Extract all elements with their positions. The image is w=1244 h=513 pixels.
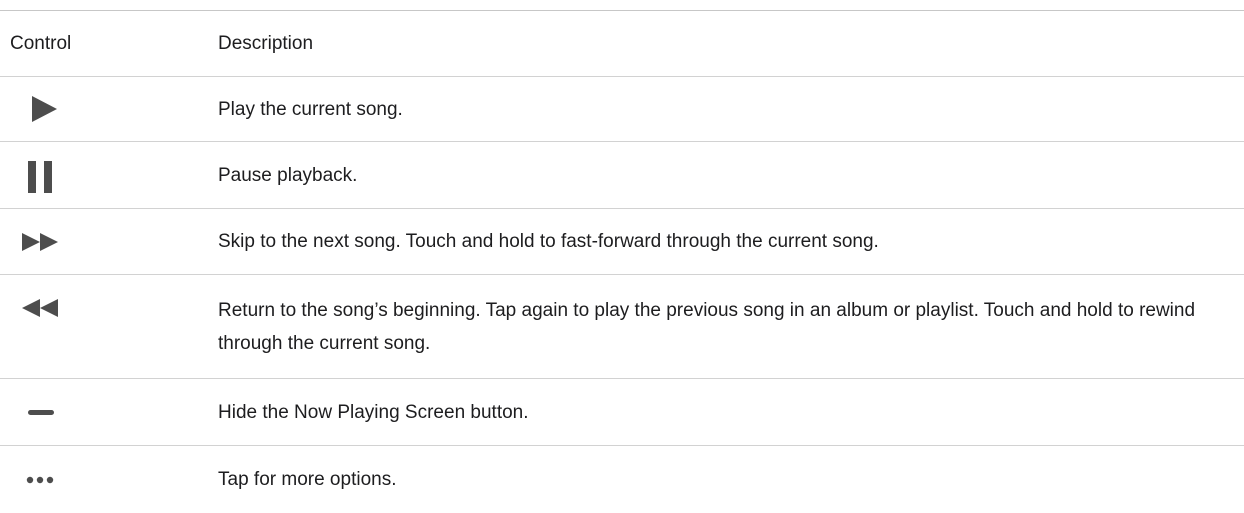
rewind-icon bbox=[10, 293, 60, 323]
table-header-row: Control Description bbox=[0, 11, 1244, 77]
pause-icon bbox=[10, 160, 60, 193]
minimize-bar-icon bbox=[10, 397, 60, 427]
description-cell: Play the current song. bbox=[218, 98, 403, 120]
control-cell bbox=[0, 94, 218, 124]
control-cell bbox=[0, 160, 218, 193]
description-cell: Pause playback. bbox=[218, 164, 358, 186]
header-description: Description bbox=[218, 33, 314, 54]
table-row: Play the current song. bbox=[0, 77, 1244, 142]
more-options-icon bbox=[10, 465, 60, 495]
table-row: Pause playback. bbox=[0, 142, 1244, 209]
control-cell bbox=[0, 227, 218, 257]
table-row: Return to the song’s beginning. Tap agai… bbox=[0, 275, 1244, 379]
control-cell bbox=[0, 397, 218, 427]
play-icon bbox=[10, 94, 60, 124]
table-row: Hide the Now Playing Screen button. bbox=[0, 379, 1244, 446]
control-cell bbox=[0, 465, 218, 495]
controls-table: Control Description Play the current son… bbox=[0, 10, 1244, 513]
control-cell bbox=[0, 275, 218, 323]
description-cell: Hide the Now Playing Screen button. bbox=[218, 401, 529, 423]
description-cell: Tap for more options. bbox=[218, 469, 397, 490]
description-cell: Skip to the next song. Touch and hold to… bbox=[218, 231, 879, 252]
description-cell: Return to the song’s beginning. Tap agai… bbox=[218, 299, 1196, 354]
fast-forward-icon bbox=[10, 227, 60, 257]
table-row: Skip to the next song. Touch and hold to… bbox=[0, 209, 1244, 275]
header-control: Control bbox=[10, 32, 72, 54]
